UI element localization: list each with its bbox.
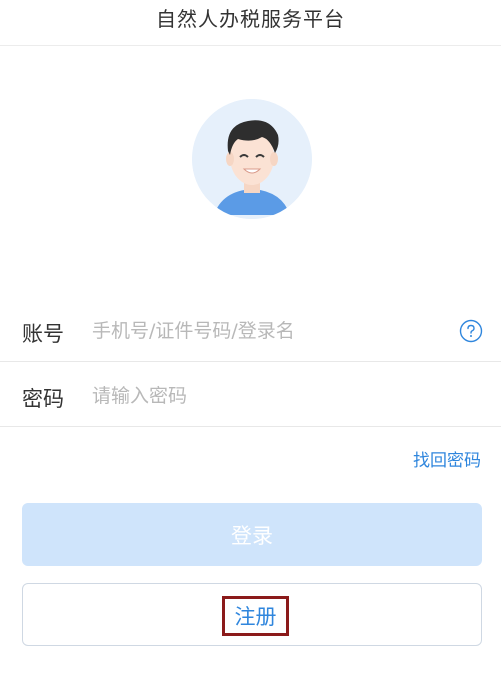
register-button[interactable]: 注册 [22,583,482,646]
account-label: 账号 [22,322,64,346]
question-circle-icon[interactable] [459,319,483,343]
password-row: 密码 [0,365,501,427]
header-bar: 自然人办税服务平台 [0,0,501,46]
register-highlight-box: 注册 [222,596,289,636]
account-input[interactable] [92,312,442,350]
user-avatar-icon [192,99,312,219]
register-label: 注册 [234,605,277,629]
account-row: 账号 [0,300,501,362]
page-title: 自然人办税服务平台 [156,7,345,31]
password-label: 密码 [22,387,64,411]
login-page: 自然人办税服务平台 账号 手机号/证件号码/登录名 密码 找回密码 登录 注册 [0,0,501,683]
forgot-password-link[interactable]: 找回密码 [413,446,481,471]
password-input[interactable] [92,377,442,415]
login-button[interactable]: 登录 [22,503,482,566]
